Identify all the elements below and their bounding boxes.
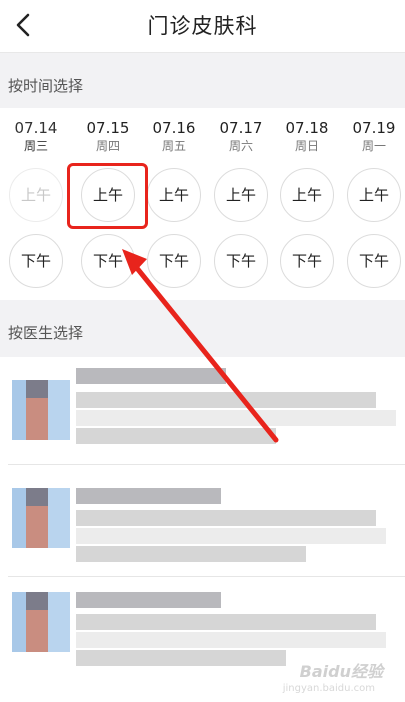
header-bar: 门诊皮肤科 bbox=[0, 0, 405, 53]
weekday-label: 周六 bbox=[228, 139, 253, 153]
weekday-label: 周三 bbox=[23, 139, 48, 153]
doctor-card[interactable] bbox=[0, 470, 405, 590]
slot-pm-0717[interactable]: 下午 bbox=[214, 234, 268, 288]
date-col-0718[interactable]: 07.18 周日 bbox=[277, 118, 337, 154]
date-col-0716[interactable]: 07.16 周五 bbox=[144, 118, 204, 154]
date-col-0719[interactable]: 07.19 周一 bbox=[344, 118, 404, 154]
slot-am-0717[interactable]: 上午 bbox=[214, 168, 268, 222]
doctor-info-blurred bbox=[76, 528, 386, 544]
slot-pm-0716[interactable]: 下午 bbox=[147, 234, 201, 288]
divider bbox=[8, 576, 405, 577]
doctor-avatar bbox=[12, 380, 70, 440]
doctor-info-blurred bbox=[76, 632, 386, 648]
doctor-info-blurred bbox=[76, 650, 286, 666]
date-label: 07.19 bbox=[352, 119, 396, 137]
date-label: 07.17 bbox=[219, 119, 263, 137]
doctor-info-blurred bbox=[76, 510, 376, 526]
doctor-info-blurred bbox=[76, 614, 376, 630]
watermark-logo: Baidu经验 bbox=[299, 662, 383, 681]
slot-am-0716[interactable]: 上午 bbox=[147, 168, 201, 222]
slot-am-0719[interactable]: 上午 bbox=[347, 168, 401, 222]
weekday-label: 周五 bbox=[161, 139, 186, 153]
slot-pm-0715[interactable]: 下午 bbox=[81, 234, 135, 288]
doctor-info-blurred bbox=[76, 428, 276, 444]
doctor-avatar bbox=[12, 592, 70, 652]
doctor-name-blurred bbox=[76, 488, 221, 504]
doctor-info-blurred bbox=[76, 546, 306, 562]
page-title: 门诊皮肤科 bbox=[147, 14, 258, 38]
date-label: 07.14 bbox=[14, 119, 58, 137]
slot-am-0718[interactable]: 上午 bbox=[280, 168, 334, 222]
doctor-avatar bbox=[12, 488, 70, 548]
date-col-0717[interactable]: 07.17 周六 bbox=[211, 118, 271, 154]
doctor-info-blurred bbox=[76, 410, 396, 426]
slot-pm-0714[interactable]: 下午 bbox=[9, 234, 63, 288]
weekday-label: 周四 bbox=[95, 139, 120, 153]
divider bbox=[8, 464, 405, 465]
date-label: 07.18 bbox=[285, 119, 329, 137]
slot-pm-0718[interactable]: 下午 bbox=[280, 234, 334, 288]
doctor-info-blurred bbox=[76, 392, 376, 408]
doctor-name-blurred bbox=[76, 592, 221, 608]
slot-pm-0719[interactable]: 下午 bbox=[347, 234, 401, 288]
doctor-name-blurred bbox=[76, 368, 226, 384]
weekday-label: 周一 bbox=[361, 139, 386, 153]
doctor-card[interactable] bbox=[0, 358, 405, 478]
date-col-0714[interactable]: 07.14 周三 bbox=[6, 118, 66, 154]
watermark-url: jingyan.baidu.com bbox=[282, 683, 375, 694]
weekday-label: 周日 bbox=[294, 139, 319, 153]
date-col-0715[interactable]: 07.15 周四 bbox=[78, 118, 138, 154]
highlight-annotation-box bbox=[67, 163, 148, 229]
date-row: 07.14 周三 07.15 周四 07.16 周五 07.17 周六 07.1… bbox=[0, 118, 405, 160]
section-by-time: 按时间选择 bbox=[0, 53, 405, 108]
date-label: 07.16 bbox=[152, 119, 196, 137]
slot-am-0714: 上午 bbox=[9, 168, 63, 222]
section-by-doctor: 按医生选择 bbox=[0, 300, 405, 357]
date-label: 07.15 bbox=[86, 119, 130, 137]
